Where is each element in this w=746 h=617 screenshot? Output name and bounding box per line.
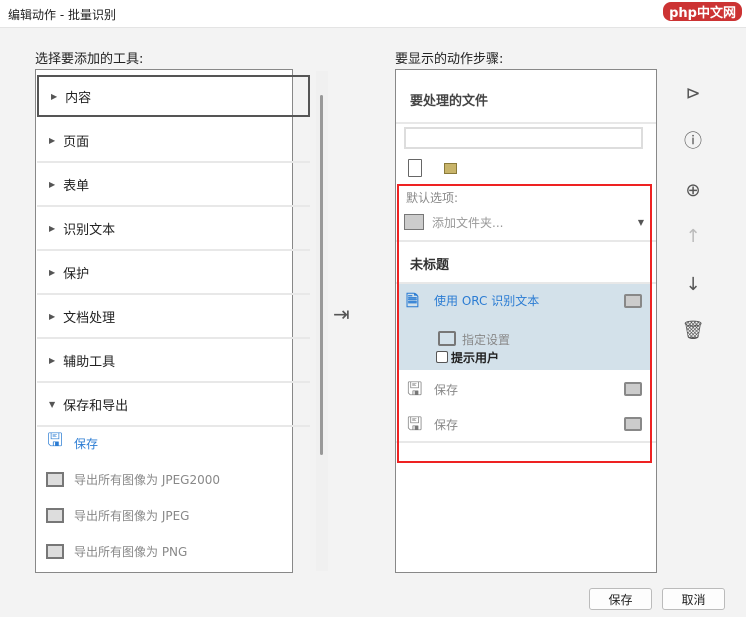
add-to-steps-arrow-icon[interactable]: ⇥ — [333, 302, 350, 326]
scrollbar[interactable] — [316, 71, 328, 571]
category-accessibility[interactable]: ▶ 辅助工具 — [37, 339, 310, 383]
triangle-right-icon: ▶ — [49, 267, 56, 277]
category-label: 页面 — [63, 134, 90, 150]
triangle-right-icon: ▶ — [49, 223, 56, 233]
tool-label: 保存 — [74, 436, 99, 451]
category-recognize-text[interactable]: ▶ 识别文本 — [37, 207, 310, 251]
category-label: 识别文本 — [63, 222, 116, 238]
tool-label: 导出所有图像为 JPEG2000 — [74, 472, 221, 487]
category-pages[interactable]: ▶ 页面 — [37, 119, 310, 163]
triangle-right-icon: ▶ — [49, 355, 56, 365]
triangle-right-icon: ▶ — [49, 179, 56, 189]
add-menu-item-icon[interactable]: ⊳ — [680, 80, 706, 106]
title-bar: 编辑动作 - 批量识别 php中文网 — [0, 0, 746, 28]
tool-label: 导出所有图像为 JPEG — [74, 508, 190, 523]
files-header: 要处理的文件 — [410, 94, 489, 109]
category-label: 文档处理 — [63, 310, 116, 326]
steps-label: 要显示的动作步骤: — [395, 52, 504, 67]
add-file-icon[interactable] — [408, 159, 422, 177]
save-icon: 🖫 — [47, 430, 63, 451]
delete-icon[interactable]: 🗑 — [680, 317, 706, 343]
save-button[interactable]: 保存 — [589, 588, 652, 610]
highlight-box — [397, 184, 652, 463]
export-image-icon — [44, 469, 66, 489]
triangle-down-icon: ▼ — [49, 399, 56, 409]
tool-label: 导出所有图像为 PNG — [74, 544, 188, 559]
export-image-icon — [44, 505, 66, 525]
add-instruction-icon[interactable]: ⓘ — [680, 127, 706, 153]
category-label: 辅助工具 — [63, 354, 116, 370]
move-up-icon[interactable]: ↑ — [680, 223, 706, 249]
category-content[interactable]: ▶ 内容 — [37, 75, 310, 117]
tool-save[interactable]: 🖫 保存 — [44, 428, 98, 458]
category-document-processing[interactable]: ▶ 文档处理 — [37, 295, 310, 339]
cancel-button[interactable]: 取消 — [662, 588, 725, 610]
category-forms[interactable]: ▶ 表单 — [37, 163, 310, 207]
category-label: 保存和导出 — [63, 398, 129, 414]
export-image-icon — [44, 541, 66, 561]
tool-export-jpeg[interactable]: 导出所有图像为 JPEG — [44, 500, 189, 530]
category-label: 表单 — [63, 178, 90, 194]
tool-export-jpeg2000[interactable]: 导出所有图像为 JPEG2000 — [44, 464, 220, 494]
add-separator-icon[interactable]: ⊕ — [680, 177, 706, 203]
move-down-icon[interactable]: ↓ — [680, 271, 706, 297]
triangle-right-icon: ▶ — [51, 91, 58, 101]
tool-export-png[interactable]: 导出所有图像为 PNG — [44, 536, 187, 566]
category-protect[interactable]: ▶ 保护 — [37, 251, 310, 295]
file-input[interactable] — [404, 127, 643, 149]
divider — [396, 122, 656, 124]
triangle-right-icon: ▶ — [49, 135, 56, 145]
triangle-right-icon: ▶ — [49, 311, 56, 321]
tools-label: 选择要添加的工具: — [35, 52, 144, 67]
category-label: 保护 — [63, 266, 90, 282]
scrollbar-thumb[interactable] — [320, 95, 323, 455]
tools-panel: ▶ 内容 ▶ 页面 ▶ 表单 ▶ 识别文本 ▶ 保护 ▶ 文档处理 ▶ 辅助工具 ▼ 保存和导出… — [35, 69, 328, 573]
add-folder-icon[interactable] — [444, 163, 457, 174]
category-label: 内容 — [65, 90, 92, 106]
watermark-logo: php中文网 — [663, 2, 742, 21]
category-save-export[interactable]: ▼ 保存和导出 — [37, 383, 310, 427]
window-title: 编辑动作 - 批量识别 — [8, 8, 116, 22]
